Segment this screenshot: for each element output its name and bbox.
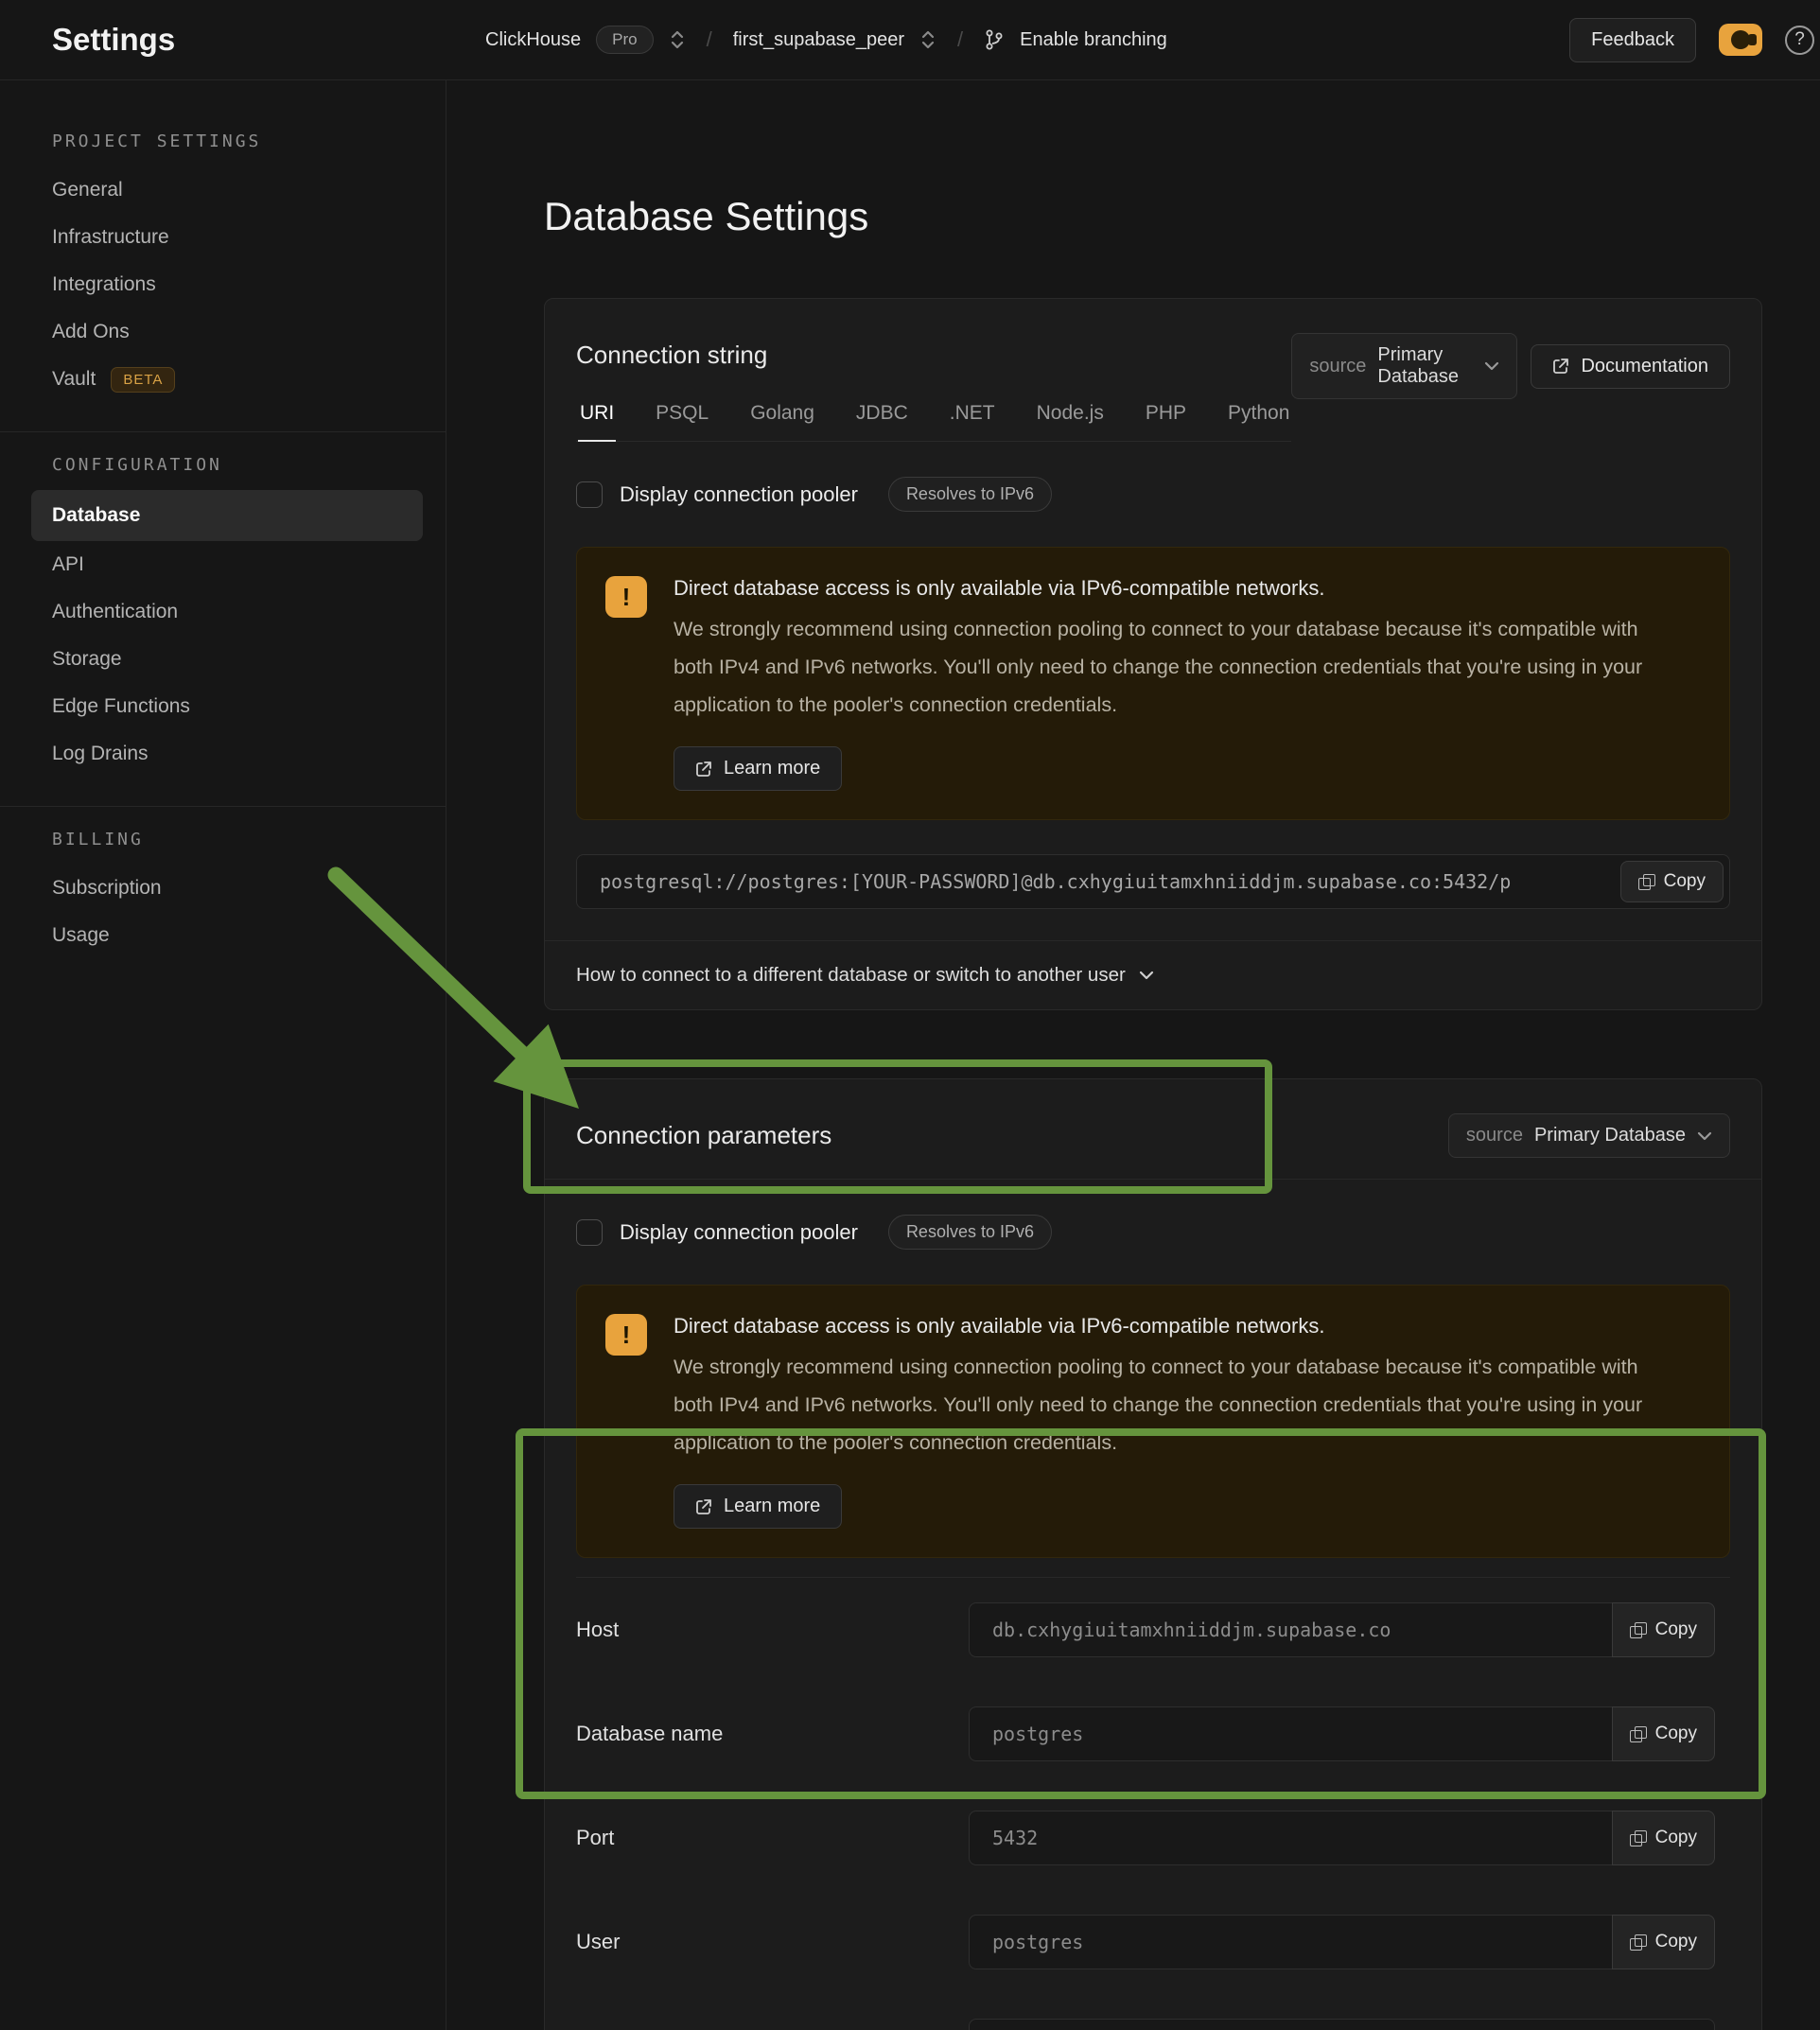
project-switcher-chevrons-icon[interactable] [919, 29, 936, 50]
external-link-icon [695, 761, 712, 778]
sidebar-item-log-drains[interactable]: Log Drains [0, 730, 446, 778]
sidebar-item-add-ons[interactable]: Add Ons [0, 308, 446, 356]
copy-host-button[interactable]: Copy [1612, 1602, 1715, 1657]
enable-branching-button[interactable]: Enable branching [1020, 29, 1167, 51]
source-select[interactable]: source Primary Database [1448, 1113, 1730, 1158]
documentation-button[interactable]: Documentation [1531, 344, 1730, 389]
breadcrumb: ClickHouse Pro / first_supabase_peer / E… [485, 26, 1167, 54]
breadcrumb-org[interactable]: ClickHouse [485, 29, 581, 51]
connection-parameters-title: Connection parameters [576, 1113, 831, 1150]
section-header-project-settings: PROJECT SETTINGS [0, 114, 446, 166]
warning-title: Direct database access is only available… [674, 576, 1657, 601]
pooler-checkbox-label: Display connection pooler [620, 1220, 858, 1245]
breadcrumb-project[interactable]: first_supabase_peer [733, 29, 904, 51]
tab-nodejs[interactable]: Node.js [1035, 396, 1106, 441]
sidebar-item-storage[interactable]: Storage [0, 636, 446, 683]
chevron-down-icon [1484, 361, 1499, 371]
param-row-user: User postgres Copy [576, 1890, 1730, 1994]
param-row-database-name: Database name postgres Copy [576, 1682, 1730, 1786]
password-field[interactable]: [The password for your database] [969, 2019, 1715, 2030]
copy-database-name-button[interactable]: Copy [1612, 1706, 1715, 1761]
settings-title: Settings [52, 22, 175, 57]
port-field[interactable]: 5432 [969, 1811, 1613, 1865]
ipv6-warning-panel: ! Direct database access is only availab… [576, 1285, 1730, 1558]
external-link-icon [1552, 358, 1569, 375]
tab-python[interactable]: Python [1226, 396, 1291, 441]
git-branch-icon [984, 28, 1005, 51]
breadcrumb-separator: / [701, 27, 718, 52]
tab-uri[interactable]: URI [578, 396, 616, 442]
section-header-billing: BILLING [0, 813, 446, 865]
alert-icon: ! [605, 576, 647, 618]
copy-icon [1630, 1830, 1646, 1846]
breadcrumb-separator: / [952, 27, 969, 52]
param-row-password: Password [The password for your database… [576, 1994, 1730, 2030]
plan-badge: Pro [596, 26, 653, 54]
sidebar-item-authentication[interactable]: Authentication [0, 588, 446, 636]
warning-body: We strongly recommend using connection p… [674, 610, 1657, 724]
sidebar-item-subscription[interactable]: Subscription [0, 865, 446, 912]
tab-dotnet[interactable]: .NET [948, 396, 997, 441]
sidebar-item-integrations[interactable]: Integrations [0, 261, 446, 308]
connect-help-toggle[interactable]: How to connect to a different database o… [545, 940, 1761, 1009]
learn-more-button[interactable]: Learn more [674, 1484, 842, 1529]
connection-parameters-list: Host db.cxhygiuitamxhniiddjm.supabase.co… [576, 1577, 1730, 2030]
tab-jdbc[interactable]: JDBC [854, 396, 910, 441]
pooler-checkbox-label: Display connection pooler [620, 482, 858, 507]
ipv6-warning-panel: ! Direct database access is only availab… [576, 547, 1730, 820]
ipv6-badge: Resolves to IPv6 [888, 477, 1052, 512]
topbar: Settings ClickHouse Pro / first_supabase… [0, 0, 1820, 80]
chevron-down-icon [1139, 971, 1154, 980]
database-name-field[interactable]: postgres [969, 1706, 1613, 1761]
sidebar-item-vault[interactable]: Vault BETA [0, 356, 446, 403]
connection-string-tabs: URI PSQL Golang JDBC .NET Node.js PHP Py… [576, 396, 1291, 442]
ipv6-badge: Resolves to IPv6 [888, 1215, 1052, 1250]
sidebar-item-general[interactable]: General [0, 166, 446, 214]
copy-icon [1630, 1726, 1646, 1742]
warning-body: We strongly recommend using connection p… [674, 1348, 1657, 1461]
alert-icon: ! [605, 1314, 647, 1356]
tab-php[interactable]: PHP [1144, 396, 1188, 441]
connection-string-card: Connection string URI PSQL Golang JDBC .… [544, 298, 1762, 1010]
connection-parameters-card: Connection parameters source Primary Dat… [544, 1078, 1762, 2030]
external-link-icon [695, 1498, 712, 1515]
host-field[interactable]: db.cxhygiuitamxhniiddjm.supabase.co [969, 1602, 1613, 1657]
page-title: Database Settings [544, 80, 1820, 239]
learn-more-button[interactable]: Learn more [674, 746, 842, 791]
display-connection-pooler-checkbox[interactable] [576, 1219, 603, 1246]
sidebar-item-infrastructure[interactable]: Infrastructure [0, 214, 446, 261]
tab-psql[interactable]: PSQL [654, 396, 710, 441]
display-connection-pooler-checkbox[interactable] [576, 481, 603, 508]
org-switcher-chevrons-icon[interactable] [669, 29, 686, 50]
beta-badge: BETA [111, 367, 175, 393]
sidebar-item-database[interactable]: Database [31, 490, 423, 541]
warning-title: Direct database access is only available… [674, 1314, 1657, 1339]
chevron-down-icon [1697, 1131, 1712, 1141]
tab-golang[interactable]: Golang [748, 396, 816, 441]
param-row-port: Port 5432 Copy [576, 1786, 1730, 1890]
sidebar-item-edge-functions[interactable]: Edge Functions [0, 683, 446, 730]
param-row-host: Host db.cxhygiuitamxhniiddjm.supabase.co… [576, 1578, 1730, 1682]
copy-icon [1638, 874, 1654, 890]
main-content: Database Settings Connection string URI … [446, 80, 1820, 2030]
source-select[interactable]: source Primary Database [1291, 333, 1517, 399]
section-header-configuration: CONFIGURATION [0, 438, 446, 490]
copy-port-button[interactable]: Copy [1612, 1811, 1715, 1865]
copy-icon [1630, 1934, 1646, 1951]
connection-string-title: Connection string [576, 333, 1291, 370]
org-avatar-icon[interactable] [1719, 24, 1762, 56]
sidebar-item-api[interactable]: API [0, 541, 446, 588]
feedback-button[interactable]: Feedback [1569, 18, 1696, 62]
copy-user-button[interactable]: Copy [1612, 1915, 1715, 1969]
user-field[interactable]: postgres [969, 1915, 1613, 1969]
help-icon[interactable]: ? [1785, 26, 1814, 55]
sidebar-item-usage[interactable]: Usage [0, 912, 446, 959]
connection-uri-field[interactable]: postgresql://postgres:[YOUR-PASSWORD]@db… [576, 854, 1730, 909]
settings-sidebar: PROJECT SETTINGS General Infrastructure … [0, 80, 446, 2030]
copy-uri-button[interactable]: Copy [1620, 861, 1724, 902]
copy-icon [1630, 1622, 1646, 1638]
